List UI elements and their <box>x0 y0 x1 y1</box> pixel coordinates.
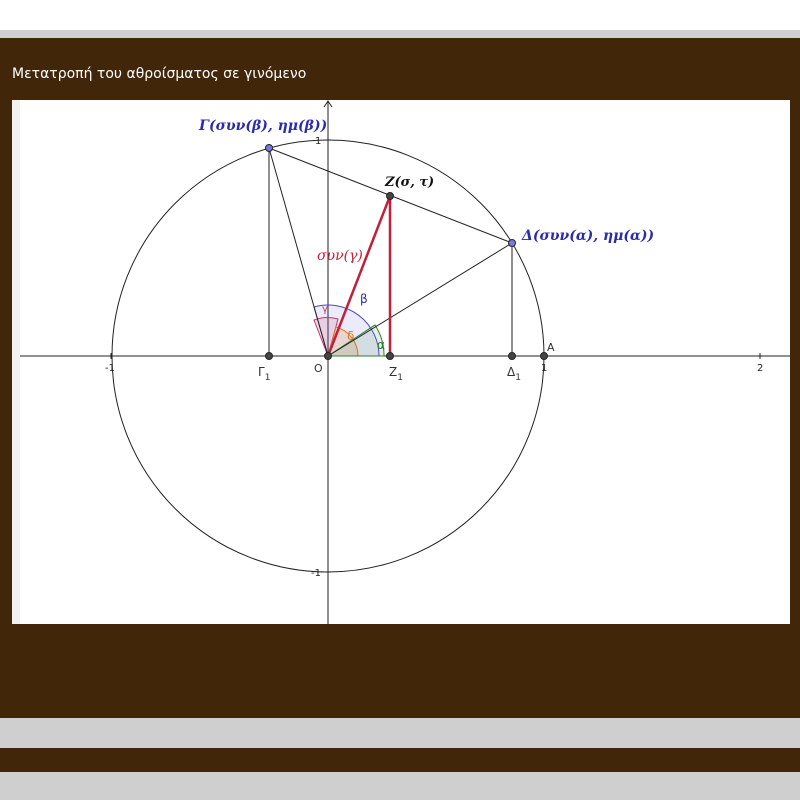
y-tick-label-neg1: -1 <box>311 568 321 579</box>
label-o: O <box>314 362 323 375</box>
page-title: Μετατροπή του αθροίσματος σε γινόμενο <box>12 66 307 82</box>
point-delta1[interactable] <box>508 352 516 360</box>
point-z[interactable] <box>386 192 394 200</box>
graphics-canvas[interactable]: -1 1 2 1 -1 Γ(συν(β), ημ(β)) Δ(συν(α), η… <box>12 100 790 624</box>
label-delta: Δ(συν(α), ημ(α)) <box>521 228 654 244</box>
point-o[interactable] <box>324 352 332 360</box>
label-cos-gamma: συν(γ) <box>317 248 363 264</box>
x-tick-label-2: 2 <box>757 363 763 374</box>
label-z: Z(σ, τ) <box>384 175 434 190</box>
browser-top-strip <box>0 0 800 30</box>
x-tick-label-neg1: -1 <box>105 363 115 374</box>
applet-panel: Μετατροπή του αθροίσματος σε γινόμενο -1… <box>0 38 800 718</box>
footer-brown-bar <box>0 748 800 772</box>
label-angle-beta: β <box>360 292 368 306</box>
label-z1: Z1 <box>389 365 403 383</box>
label-gamma1: Γ1 <box>258 365 270 383</box>
bottom-gray-bar <box>0 718 800 748</box>
geometry-plot[interactable]: -1 1 2 1 -1 Γ(συν(β), ημ(β)) Δ(συν(α), η… <box>12 100 790 624</box>
point-z1[interactable] <box>386 352 394 360</box>
point-gamma1[interactable] <box>265 352 273 360</box>
label-gamma: Γ(συν(β), ημ(β)) <box>198 118 327 134</box>
label-angle-alpha: α <box>377 338 385 352</box>
label-angle-delta: δ <box>347 329 354 343</box>
footer-gray-bar <box>0 772 800 800</box>
label-angle-gamma: γ <box>322 304 328 315</box>
label-delta1: Δ1 <box>507 365 521 383</box>
y-tick-label-1: 1 <box>315 136 321 147</box>
point-delta[interactable] <box>508 239 516 247</box>
label-a: A <box>547 341 555 354</box>
canvas-left-border <box>12 100 20 624</box>
top-gray-bar <box>0 30 800 38</box>
point-gamma[interactable] <box>265 144 273 152</box>
